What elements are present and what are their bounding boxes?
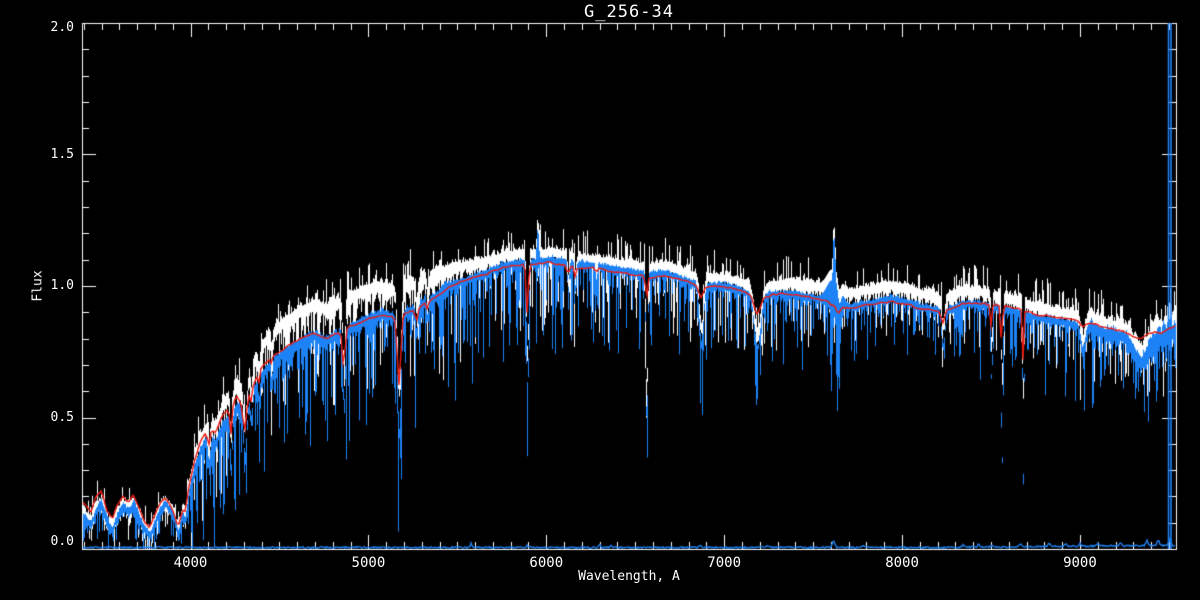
chart-title: G_256-34: [584, 2, 674, 22]
x-axis-label: Wavelength, A: [578, 569, 680, 584]
spectrum-plot-canvas: [0, 0, 1200, 600]
spectrum-chart-window: G_256-34 Flux Wavelength, A 4000 5000 6000…: [0, 0, 1200, 600]
y-axis-label: Flux: [30, 270, 46, 302]
